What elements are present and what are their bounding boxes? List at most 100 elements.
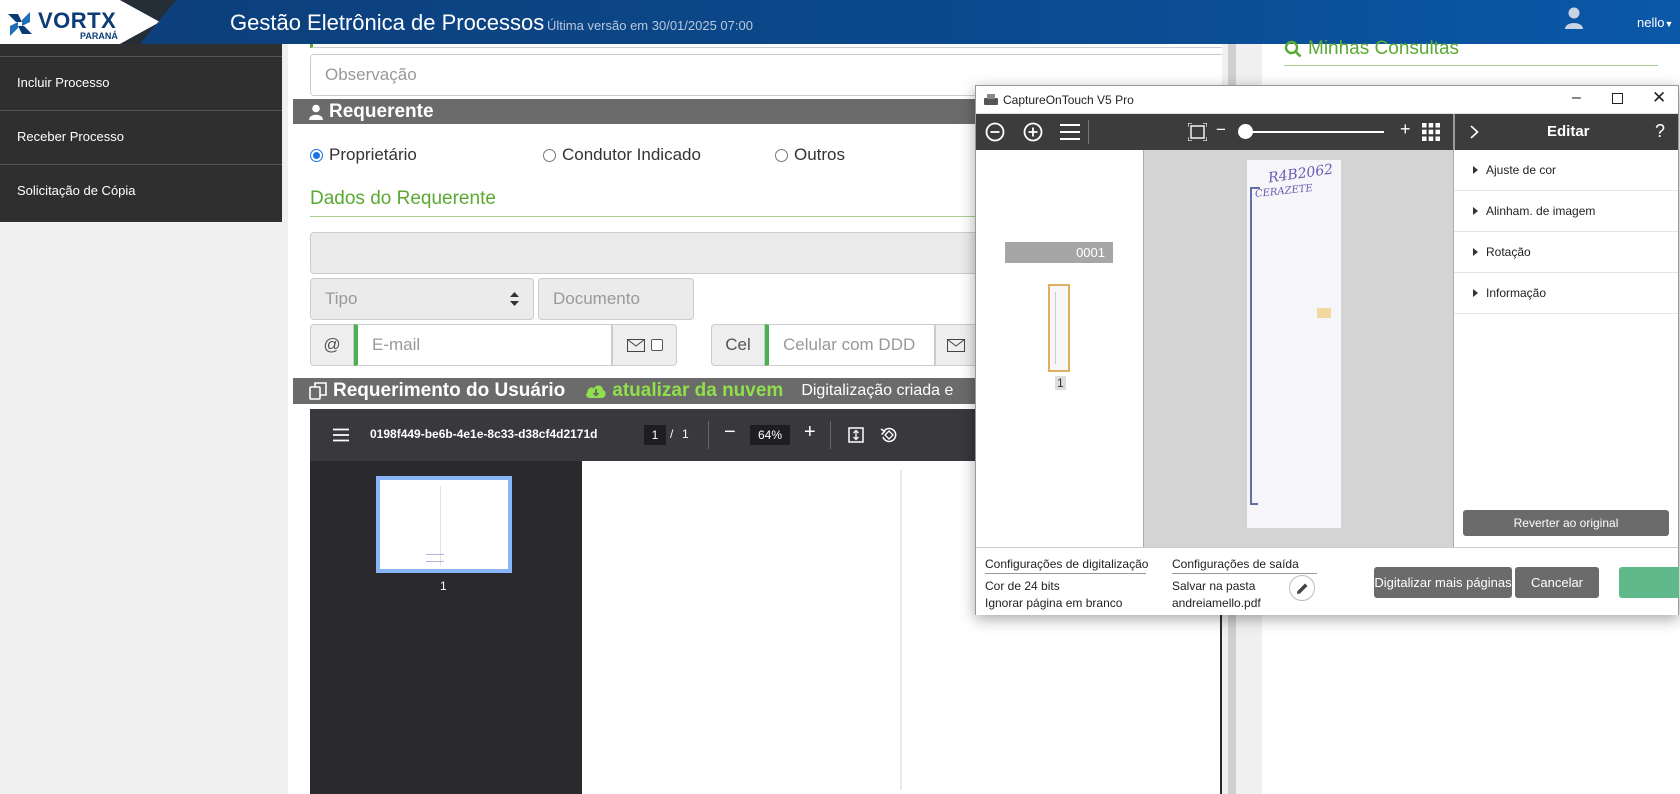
fit-page-icon[interactable] xyxy=(848,427,864,443)
fit-window-icon[interactable] xyxy=(1188,123,1207,141)
envelope-icon xyxy=(947,338,965,352)
cel-addon: Cel xyxy=(711,324,765,366)
caret-down-icon: ▼ xyxy=(1664,19,1674,29)
section-divider xyxy=(1284,65,1658,66)
pdf-thumbnail-pane: 1 xyxy=(310,461,582,794)
radio-proprietario[interactable]: Proprietário xyxy=(310,145,417,165)
version-text: Última versão em 30/01/2025 07:00 xyxy=(547,18,753,33)
sidebar-item-solicitacao-copia[interactable]: Solicitação de Cópia xyxy=(0,164,282,218)
page-preview-pane: R4B2062 CERAZETE xyxy=(1144,150,1453,547)
minimize-icon[interactable]: – xyxy=(1572,89,1581,107)
scan-more-pages-button[interactable]: Digitalizar mais páginas xyxy=(1374,567,1512,598)
zoom-slider-thumb[interactable] xyxy=(1238,124,1253,139)
zoom-slider-track[interactable] xyxy=(1244,131,1384,133)
sidebar: Incluir Processo Receber Processo Solici… xyxy=(0,44,282,222)
email-notify-checkbox[interactable] xyxy=(650,339,663,351)
edit-item-alinhamento[interactable]: Alinham. de imagem xyxy=(1454,191,1678,232)
celular-field[interactable]: Celular com DDD xyxy=(765,324,935,366)
logo-subtext: PARANÁ xyxy=(80,31,118,41)
radio-condutor-indicado[interactable]: Condutor Indicado xyxy=(543,145,701,165)
slider-minus-icon[interactable]: − xyxy=(1216,120,1226,140)
scan-color: Cor de 24 bits xyxy=(985,579,1060,593)
grid-icon[interactable] xyxy=(1422,123,1440,141)
chevron-right-icon[interactable] xyxy=(1470,125,1479,139)
edit-panel-title: Editar xyxy=(1547,123,1590,140)
edit-item-ajuste-cor[interactable]: Ajuste de cor xyxy=(1454,150,1678,191)
sidebar-empty-area xyxy=(0,222,288,794)
thumbnail-mark xyxy=(426,554,444,562)
edit-item-label: Informação xyxy=(1486,286,1547,300)
email-notify-addon[interactable] xyxy=(612,324,677,366)
tipo-select[interactable]: Tipo xyxy=(310,278,534,320)
page-thumbnails-pane: 0001 1 xyxy=(976,150,1144,547)
digitalizacao-status: Digitalização criada e xyxy=(801,382,954,399)
edit-panel-header: Editar ? xyxy=(1453,114,1678,150)
zoom-out-icon[interactable]: − xyxy=(724,421,736,444)
scanned-page-thumbnail[interactable] xyxy=(1048,284,1070,372)
user-icon xyxy=(309,104,323,120)
close-icon[interactable]: ✕ xyxy=(1652,88,1666,108)
zoom-out-icon[interactable] xyxy=(985,122,1005,142)
cel-notify-addon[interactable] xyxy=(935,324,977,366)
user-icon[interactable] xyxy=(1564,6,1584,30)
radio-label: Condutor Indicado xyxy=(562,145,701,164)
zoom-in-icon[interactable]: + xyxy=(804,421,816,444)
user-menu[interactable]: nello▼ xyxy=(1637,15,1673,30)
celular-placeholder: Celular com DDD xyxy=(783,335,916,354)
email-field[interactable]: E-mail xyxy=(354,324,612,366)
caret-right-icon xyxy=(1473,289,1478,297)
sidebar-item-receber-processo[interactable]: Receber Processo xyxy=(0,110,282,164)
revert-original-button[interactable]: Reverter ao original xyxy=(1463,510,1669,536)
cloud-download-icon xyxy=(586,385,606,398)
thumbnail-page-detail xyxy=(1055,292,1063,364)
page-margin-line xyxy=(1250,187,1252,505)
sidebar-item-incluir-processo[interactable]: Incluir Processo xyxy=(0,56,282,110)
edit-panel: Ajuste de cor Alinham. de imagem Rotação… xyxy=(1453,150,1678,547)
pdf-thumbnail[interactable] xyxy=(376,476,512,573)
documento-placeholder: Documento xyxy=(553,289,640,308)
slider-plus-icon[interactable]: + xyxy=(1400,119,1411,140)
caret-right-icon xyxy=(1473,207,1478,215)
edit-output-button[interactable] xyxy=(1289,575,1315,601)
window-title: CaptureOnTouch V5 Pro xyxy=(1003,93,1134,107)
settings-underline xyxy=(1172,573,1317,574)
sidebar-item-label: Incluir Processo xyxy=(17,75,110,90)
zoom-level[interactable]: 64% xyxy=(750,425,790,445)
radio-unchecked-icon xyxy=(543,148,556,162)
requerimento-title: Requerimento do Usuário xyxy=(333,380,566,401)
page-total: 1 xyxy=(682,427,689,441)
menu-icon[interactable] xyxy=(333,428,349,442)
email-addon: @ xyxy=(310,324,354,366)
documento-field[interactable]: Documento xyxy=(538,278,694,320)
cancel-button[interactable]: Cancelar xyxy=(1515,567,1599,598)
page-margin-line xyxy=(1250,503,1258,505)
cel-label: Cel xyxy=(725,335,751,354)
zoom-in-icon[interactable] xyxy=(1023,122,1043,142)
edit-item-label: Rotação xyxy=(1486,245,1531,259)
radio-outros[interactable]: Outros xyxy=(775,145,845,165)
maximize-icon[interactable] xyxy=(1612,93,1623,104)
sidebar-item-label: Solicitação de Cópia xyxy=(17,183,136,198)
caret-right-icon xyxy=(1473,166,1478,174)
save-button[interactable] xyxy=(1619,567,1679,598)
sidebar-item-label: Receber Processo xyxy=(17,129,124,144)
page-number-input[interactable]: 1 xyxy=(644,425,666,445)
output-filename: andreiamello.pdf xyxy=(1172,596,1261,610)
toolbar-divider xyxy=(830,421,831,449)
radio-checked-icon xyxy=(310,148,323,162)
window-titlebar: CaptureOnTouch V5 Pro – ✕ xyxy=(976,86,1678,114)
sort-arrows-icon xyxy=(510,292,519,306)
toolbar-divider xyxy=(708,421,709,449)
pdf-page-fold xyxy=(900,470,902,790)
rotate-icon[interactable] xyxy=(880,426,898,444)
search-icon xyxy=(1284,40,1302,58)
edit-item-informacao[interactable]: Informação xyxy=(1454,273,1678,314)
edit-item-rotacao[interactable]: Rotação xyxy=(1454,232,1678,273)
thumbnail-number: 1 xyxy=(1055,376,1066,390)
cloud-refresh-link[interactable]: atualizar da nuvem xyxy=(585,380,783,402)
previous-field-edge xyxy=(310,44,1240,48)
capture-footer: Configurações de digitalização Cor de 24… xyxy=(976,547,1679,615)
help-icon[interactable]: ? xyxy=(1655,121,1665,142)
list-icon[interactable] xyxy=(1060,123,1080,141)
handwriting-line-2: CERAZETE xyxy=(1254,183,1314,200)
